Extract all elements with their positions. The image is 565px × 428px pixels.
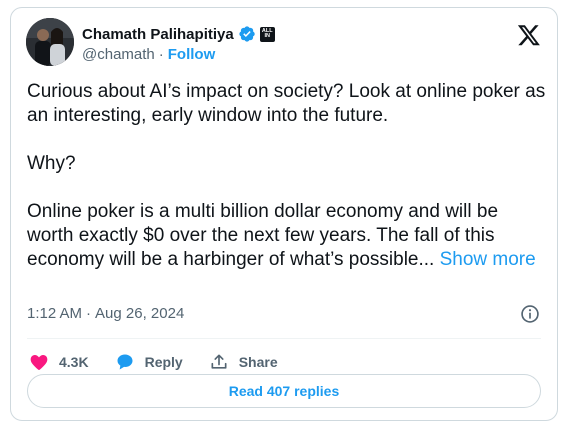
tweet-text: Curious about AI’s impact on society? Lo… <box>27 80 547 272</box>
share-label: Share <box>238 354 278 370</box>
reply-label: Reply <box>144 354 183 370</box>
tweet-timestamp[interactable]: 1:12 AM · Aug 26, 2024 <box>27 305 184 322</box>
handle-separator: · <box>158 46 164 63</box>
reply-button[interactable]: Reply <box>115 352 183 372</box>
like-count: 4.3K <box>59 354 89 370</box>
x-logo-icon[interactable] <box>517 23 541 47</box>
read-replies-button[interactable]: Read 407 replies <box>27 374 541 408</box>
affiliate-badge-text: ALL IN <box>261 28 273 39</box>
affiliate-badge-icon[interactable]: ALL IN <box>259 26 275 42</box>
follow-button[interactable]: Follow <box>168 46 216 63</box>
tweet-date: Aug 26, 2024 <box>95 305 185 322</box>
author-name[interactable]: Chamath Palihapitiya <box>82 26 234 43</box>
like-button[interactable]: 4.3K <box>29 352 89 372</box>
timestamp-separator: · <box>86 305 92 322</box>
tweet-embed-card: Chamath Palihapitiya ALL IN @chamath · F… <box>10 7 558 421</box>
tweet-time: 1:12 AM <box>27 305 83 322</box>
author-handle-row: @chamath · Follow <box>82 46 215 63</box>
verified-badge-icon <box>239 26 255 42</box>
divider <box>27 338 541 339</box>
reply-bubble-icon <box>117 354 133 370</box>
tweet-body: Curious about AI’s impact on society? Lo… <box>27 81 546 270</box>
author-avatar[interactable] <box>26 18 74 66</box>
author-handle[interactable]: @chamath <box>82 46 155 63</box>
heart-icon <box>30 355 48 370</box>
show-more-link[interactable]: Show more <box>440 249 536 270</box>
share-icon <box>211 354 227 369</box>
info-icon[interactable] <box>520 304 540 324</box>
profile-photo-icon <box>26 18 74 66</box>
share-button[interactable]: Share <box>209 352 278 372</box>
author-name-row: Chamath Palihapitiya ALL IN <box>82 24 275 44</box>
